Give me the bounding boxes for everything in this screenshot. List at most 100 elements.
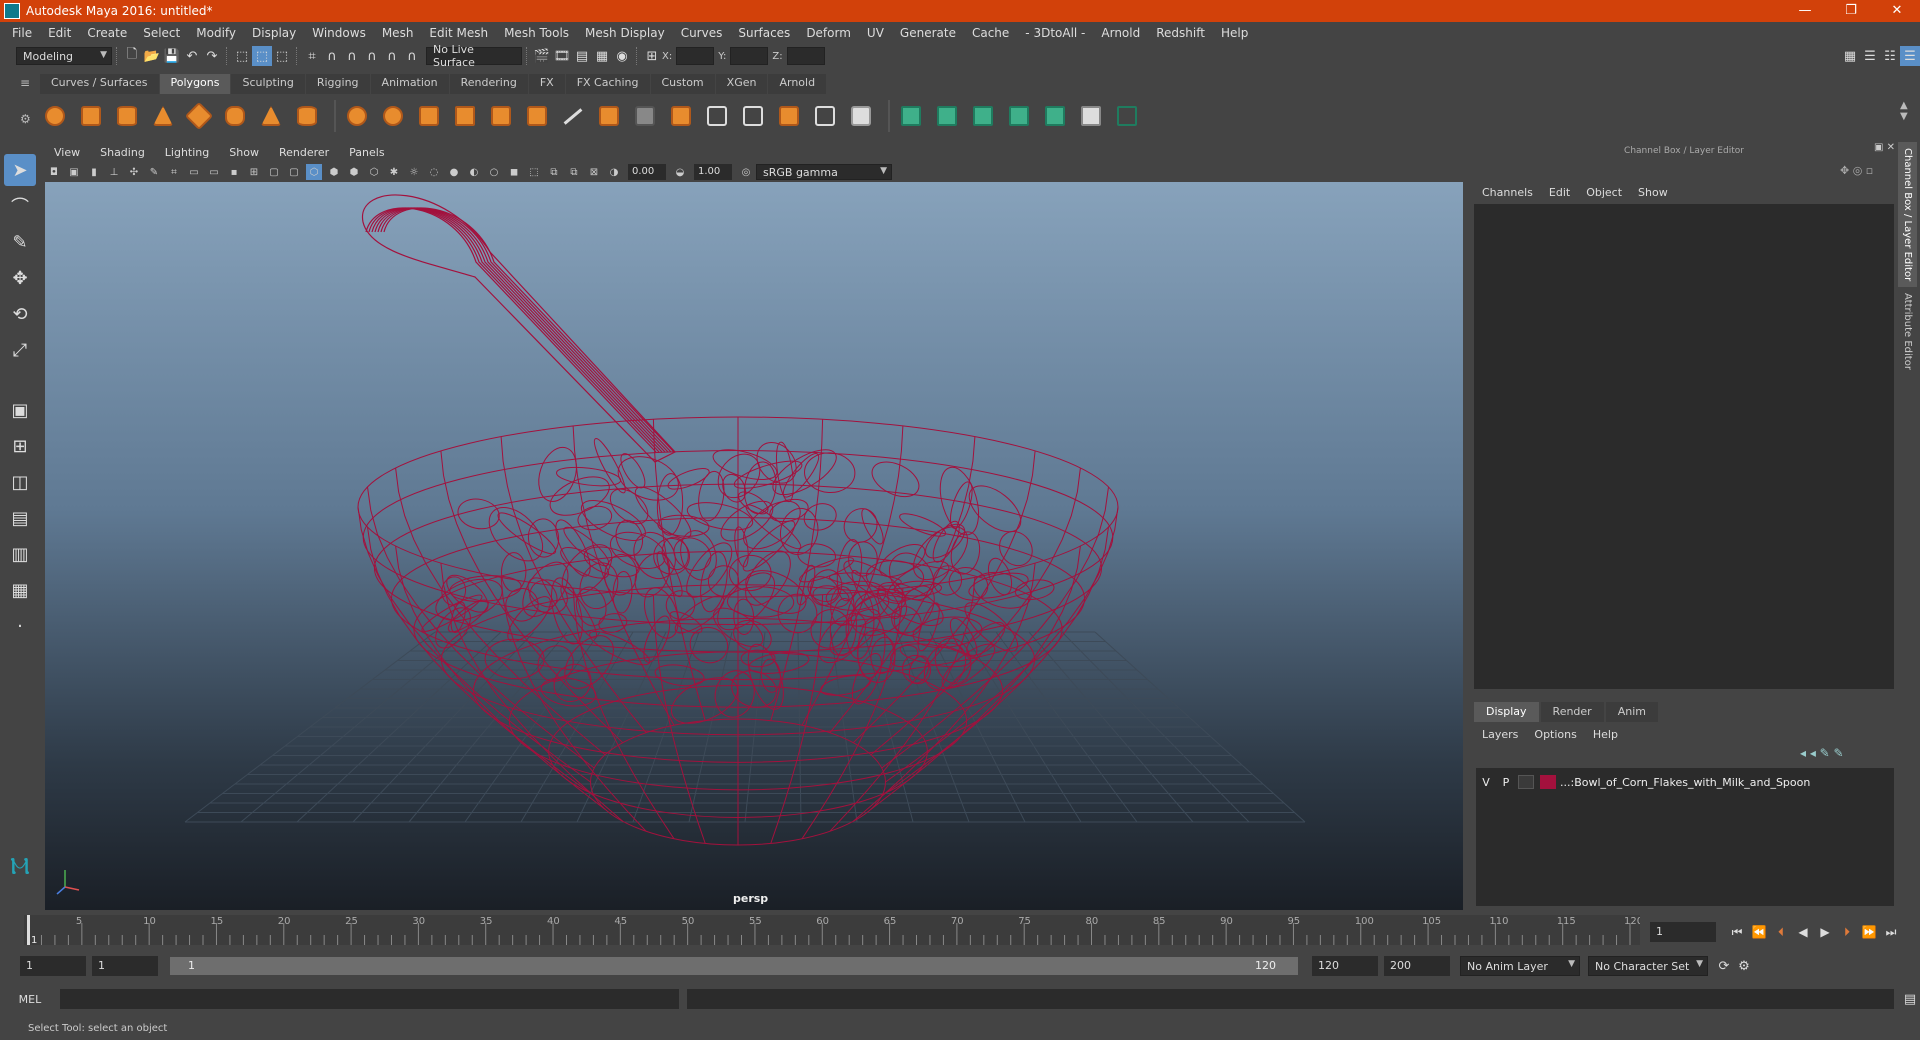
safe-title-icon[interactable]: ▢: [286, 164, 302, 180]
poly-cube-icon[interactable]: [76, 101, 106, 131]
snap-view-icon[interactable]: ∩: [362, 46, 382, 66]
step-forward-icon[interactable]: ⏩: [1858, 925, 1880, 939]
vp-menu-lighting[interactable]: Lighting: [155, 146, 219, 159]
vp-menu-panels[interactable]: Panels: [339, 146, 394, 159]
snap-point-icon[interactable]: ∩: [342, 46, 362, 66]
tab-fx[interactable]: FX: [528, 74, 565, 94]
bevel-icon[interactable]: [666, 101, 696, 131]
extract-icon[interactable]: [414, 101, 444, 131]
select-hierarchy-icon[interactable]: ⬚: [232, 46, 252, 66]
undo-icon[interactable]: ↶: [182, 46, 202, 66]
poly-cylinder-icon[interactable]: [112, 101, 142, 131]
tab-curves-surfaces[interactable]: Curves / Surfaces: [40, 74, 159, 94]
graph-layout-icon[interactable]: ▥: [4, 538, 36, 570]
shelf-settings-icon[interactable]: ⚙: [20, 112, 31, 126]
uv-cylindrical-icon[interactable]: [932, 101, 962, 131]
cb-menu-show[interactable]: Show: [1630, 186, 1676, 199]
exposure-field[interactable]: 0.00: [628, 164, 666, 180]
channel-box-icon[interactable]: ☰: [1900, 46, 1920, 66]
snap-grid-icon[interactable]: ⌗: [302, 46, 322, 66]
list-item[interactable]: V P ...:Bowl_of_Corn_Flakes_with_Milk_an…: [1476, 772, 1894, 792]
time-slider[interactable]: 5 10 15 20 25 30 35 40 45 50 55 60 65 70 75 80 85 90 95 100…: [24, 915, 1640, 945]
channel-box-panel[interactable]: [1474, 204, 1894, 689]
menu-modify[interactable]: Modify: [188, 26, 244, 40]
step-forward-key-icon[interactable]: ⏵: [1836, 925, 1858, 940]
grease-pencil-icon[interactable]: ✎: [146, 164, 162, 180]
tab-sculpting[interactable]: Sculpting: [231, 74, 305, 94]
layer-action-icons[interactable]: ◂ ◂ ✎ ✎: [1800, 746, 1844, 760]
screen-space-ao-icon[interactable]: ●: [446, 164, 462, 180]
mode-dropdown[interactable]: Modeling ▼: [16, 47, 112, 65]
menu-mesh-display[interactable]: Mesh Display: [577, 26, 673, 40]
fill-hole-icon[interactable]: [774, 101, 804, 131]
menu-cache[interactable]: Cache: [964, 26, 1017, 40]
vp-menu-view[interactable]: View: [44, 146, 90, 159]
tab-rendering[interactable]: Rendering: [449, 74, 528, 94]
isolate-select-icon[interactable]: ⬚: [526, 164, 542, 180]
menu-arnold[interactable]: Arnold: [1093, 26, 1148, 40]
boolean-icon[interactable]: [486, 101, 516, 131]
menu-surfaces[interactable]: Surfaces: [730, 26, 798, 40]
minimize-icon[interactable]: —: [1782, 0, 1828, 22]
merge-icon[interactable]: [810, 101, 840, 131]
layer-menu-help[interactable]: Help: [1585, 728, 1626, 741]
menu-file[interactable]: File: [4, 26, 40, 40]
target-weld-icon[interactable]: [846, 101, 876, 131]
tab-channel-box[interactable]: Channel Box / Layer Editor: [1898, 142, 1917, 288]
auto-key-icon[interactable]: ⟳: [1714, 956, 1734, 976]
vp-menu-renderer[interactable]: Renderer: [269, 146, 339, 159]
open-scene-icon[interactable]: 📂: [142, 46, 162, 66]
command-input[interactable]: [59, 989, 679, 1009]
play-forward-icon[interactable]: ▶: [1814, 925, 1836, 939]
gate-mask-icon[interactable]: ▪: [226, 164, 242, 180]
color-management-icon[interactable]: ◎: [738, 164, 754, 180]
xray-icon[interactable]: ⧉: [546, 164, 562, 180]
transform-mode-icon[interactable]: ⊞: [642, 46, 662, 66]
two-pane-layout-icon[interactable]: ◫: [4, 466, 36, 498]
image-plane-icon[interactable]: ⊥: [106, 164, 122, 180]
anim-start-field[interactable]: 1: [20, 956, 86, 976]
menu-uv[interactable]: UV: [859, 26, 892, 40]
default-material-icon[interactable]: ⬢: [346, 164, 362, 180]
layer-menu-layers[interactable]: Layers: [1474, 728, 1526, 741]
tab-polygons[interactable]: Polygons: [159, 74, 231, 94]
lasso-tool-icon[interactable]: ⌒: [4, 190, 36, 222]
z-field[interactable]: [786, 47, 825, 65]
tab-custom[interactable]: Custom: [650, 74, 715, 94]
tab-rigging[interactable]: Rigging: [305, 74, 370, 94]
tab-attribute-editor[interactable]: Attribute Editor: [1898, 287, 1917, 376]
poly-plane-icon[interactable]: [220, 101, 250, 131]
resolution-gate-icon[interactable]: ▭: [206, 164, 222, 180]
insert-edge-loop-icon[interactable]: [702, 101, 732, 131]
safe-action-icon[interactable]: ▢: [266, 164, 282, 180]
camera-attributes-icon[interactable]: ▣: [66, 164, 82, 180]
range-slider[interactable]: 1 120: [170, 957, 1298, 975]
colorspace-dropdown[interactable]: sRGB gamma ▼: [756, 164, 892, 180]
mirror-icon[interactable]: [522, 101, 552, 131]
layer-playback-toggle[interactable]: P: [1496, 776, 1516, 789]
menu-edit-mesh[interactable]: Edit Mesh: [421, 26, 496, 40]
uv-unfold-icon[interactable]: [1040, 101, 1070, 131]
multicut-icon[interactable]: [558, 101, 588, 131]
redo-icon[interactable]: ↷: [202, 46, 222, 66]
anim-layer-dropdown[interactable]: No Anim Layer ▼: [1460, 956, 1580, 976]
use-all-lights-icon[interactable]: ☼: [406, 164, 422, 180]
current-frame-field[interactable]: 1: [1650, 922, 1716, 942]
tab-animation[interactable]: Animation: [370, 74, 449, 94]
move-tool-icon[interactable]: ✥: [4, 262, 36, 294]
uv-planar-icon[interactable]: [896, 101, 926, 131]
snap-surface-icon[interactable]: ∩: [382, 46, 402, 66]
select-tool-icon[interactable]: ➤: [4, 154, 36, 186]
tab-anim[interactable]: Anim: [1605, 702, 1658, 722]
tab-render[interactable]: Render: [1540, 702, 1604, 722]
select-component-icon[interactable]: ⬚: [272, 46, 292, 66]
wireframe-icon[interactable]: ⬡: [306, 164, 322, 180]
step-back-icon[interactable]: ⏪: [1748, 925, 1770, 939]
depth-of-field-icon[interactable]: ◼: [506, 164, 522, 180]
menu-create[interactable]: Create: [79, 26, 135, 40]
menu-mesh[interactable]: Mesh: [374, 26, 422, 40]
layer-menu-options[interactable]: Options: [1526, 728, 1584, 741]
current-time-indicator[interactable]: [27, 915, 30, 945]
tab-arnold[interactable]: Arnold: [768, 74, 827, 94]
select-camera-icon[interactable]: ◘: [46, 164, 62, 180]
